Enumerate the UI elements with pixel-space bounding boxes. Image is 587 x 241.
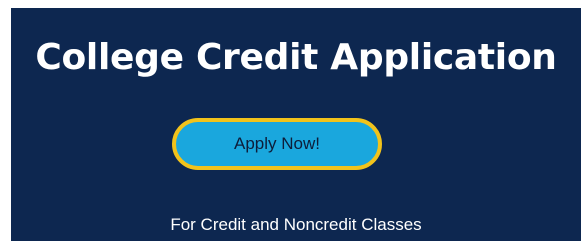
hero-banner: College Credit Application Apply Now! Fo…: [11, 8, 581, 241]
apply-now-button[interactable]: Apply Now!: [172, 118, 382, 170]
page-title: College Credit Application: [35, 37, 557, 78]
subtitle-text: For Credit and Noncredit Classes: [170, 215, 422, 234]
